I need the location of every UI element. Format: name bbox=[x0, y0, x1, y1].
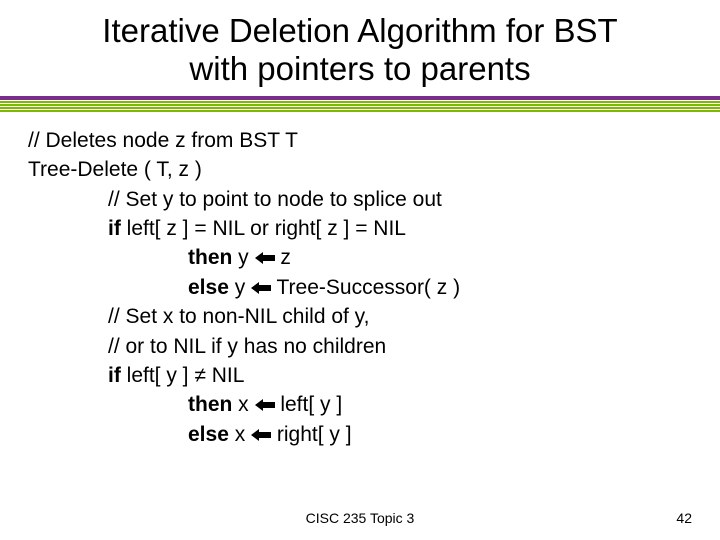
title-line-1: Iterative Deletion Algorithm for BST bbox=[102, 12, 617, 49]
left-arrow-icon bbox=[255, 251, 275, 265]
left-arrow-icon bbox=[251, 428, 271, 442]
code-line: if left[ z ] = NIL or right[ z ] = NIL bbox=[28, 214, 692, 243]
rule-green-4 bbox=[0, 110, 720, 112]
code-line: else x right[ y ] bbox=[28, 420, 692, 449]
neq-symbol: ≠ bbox=[194, 364, 206, 387]
code-line: // Set x to non-NIL child of y, bbox=[28, 302, 692, 331]
code-line: // or to NIL if y has no children bbox=[28, 332, 692, 361]
rule-green-1 bbox=[0, 101, 720, 103]
keyword-if: if bbox=[108, 364, 121, 387]
footer-center: CISC 235 Topic 3 bbox=[0, 510, 720, 526]
code-line: else y Tree-Successor( z ) bbox=[28, 273, 692, 302]
page-number: 42 bbox=[676, 510, 692, 526]
keyword-then: then bbox=[188, 393, 232, 416]
code-line: Tree-Delete ( T, z ) bbox=[28, 155, 692, 184]
keyword-if: if bbox=[108, 217, 121, 240]
code-text: z bbox=[275, 246, 291, 269]
left-arrow-icon bbox=[251, 281, 271, 295]
keyword-else: else bbox=[188, 276, 229, 299]
code-text: y bbox=[232, 246, 254, 269]
code-text: x bbox=[232, 393, 254, 416]
keyword-else: else bbox=[188, 423, 229, 446]
code-line: // Set y to point to node to splice out bbox=[28, 185, 692, 214]
left-arrow-icon bbox=[255, 398, 275, 412]
code-line: // Deletes node z from BST T bbox=[28, 126, 692, 155]
code-text: right[ y ] bbox=[271, 423, 352, 446]
code-text: x bbox=[229, 423, 251, 446]
code-text: NIL bbox=[206, 364, 245, 387]
title-rule bbox=[0, 96, 720, 112]
code-text: left[ y ] bbox=[275, 393, 343, 416]
rule-green-2 bbox=[0, 104, 720, 106]
rule-purple bbox=[0, 96, 720, 100]
slide-body: // Deletes node z from BST T Tree-Delete… bbox=[0, 126, 720, 449]
code-text: y bbox=[229, 276, 251, 299]
code-line: if left[ y ] ≠ NIL bbox=[28, 361, 692, 390]
code-text: left[ z ] = NIL or right[ z ] = NIL bbox=[121, 217, 406, 240]
code-text: Tree-Successor( z ) bbox=[271, 276, 460, 299]
keyword-then: then bbox=[188, 246, 232, 269]
slide-title: Iterative Deletion Algorithm for BST wit… bbox=[0, 0, 720, 96]
rule-green-3 bbox=[0, 107, 720, 109]
code-line: then x left[ y ] bbox=[28, 390, 692, 419]
code-line: then y z bbox=[28, 243, 692, 272]
code-text: left[ y ] bbox=[121, 364, 195, 387]
title-line-2: with pointers to parents bbox=[189, 50, 530, 87]
